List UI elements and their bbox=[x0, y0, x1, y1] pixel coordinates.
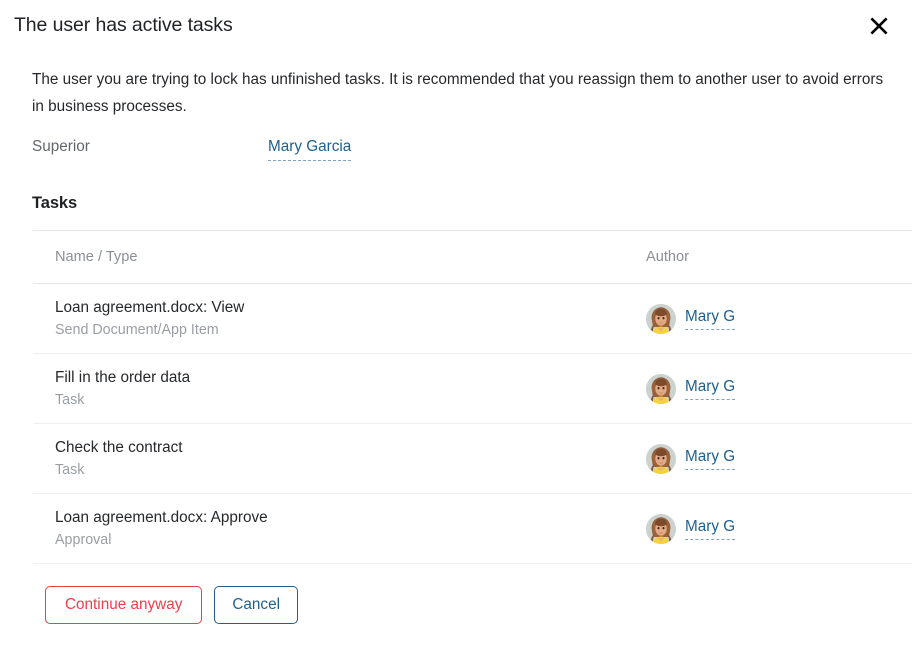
author-link[interactable]: Mary G bbox=[685, 307, 736, 330]
superior-row: Superior Mary Garcia bbox=[32, 136, 898, 161]
task-cell: Loan agreement.docx: View Send Document/… bbox=[33, 283, 623, 354]
page-title: The user has active tasks bbox=[14, 14, 233, 36]
author-link[interactable]: Mary G bbox=[685, 517, 736, 540]
table-row[interactable]: Loan agreement.docx: Approve Approval Ma… bbox=[33, 493, 912, 564]
close-icon bbox=[868, 15, 890, 37]
author-cell: Mary G bbox=[623, 493, 912, 564]
task-type: Task bbox=[55, 392, 85, 408]
author-cell: Mary G bbox=[623, 283, 912, 354]
dialog-body: The user you are trying to lock has unfi… bbox=[0, 66, 912, 624]
superior-user-link[interactable]: Mary Garcia bbox=[268, 136, 352, 161]
task-type: Approval bbox=[55, 532, 112, 548]
task-name: Check the contract bbox=[55, 439, 183, 456]
avatar bbox=[646, 443, 676, 474]
task-type: Send Document/App Item bbox=[55, 322, 219, 338]
avatar bbox=[646, 303, 676, 334]
task-type: Task bbox=[55, 462, 85, 478]
task-name: Loan agreement.docx: View bbox=[55, 299, 245, 316]
table-row[interactable]: Loan agreement.docx: View Send Document/… bbox=[33, 283, 912, 354]
tasks-table-head: Name / Type Author bbox=[33, 230, 912, 284]
tasks-section-title: Tasks bbox=[32, 194, 78, 212]
author-link[interactable]: Mary G bbox=[685, 377, 736, 400]
task-name: Loan agreement.docx: Approve bbox=[55, 509, 268, 526]
author-link[interactable]: Mary G bbox=[685, 447, 736, 470]
superior-label: Superior bbox=[32, 138, 90, 155]
continue-anyway-button[interactable]: Continue anyway bbox=[45, 586, 203, 624]
column-header-name-type: Name / Type bbox=[33, 230, 623, 284]
column-header-author: Author bbox=[623, 230, 912, 284]
task-name: Fill in the order data bbox=[55, 369, 191, 386]
table-header-row: Name / Type Author bbox=[33, 230, 912, 284]
close-button[interactable] bbox=[864, 11, 894, 41]
author-cell: Mary G bbox=[623, 353, 912, 424]
cancel-button[interactable]: Cancel bbox=[214, 586, 298, 624]
task-cell: Fill in the order data Task bbox=[33, 353, 623, 424]
tasks-table: Name / Type Author Loan agreement.docx: … bbox=[33, 230, 912, 564]
task-cell: Loan agreement.docx: Approve Approval bbox=[33, 493, 623, 564]
avatar bbox=[646, 373, 676, 404]
avatar bbox=[646, 513, 676, 544]
table-row[interactable]: Check the contract Task Mary G bbox=[33, 423, 912, 494]
active-tasks-dialog: The user has active tasks The user you a… bbox=[0, 0, 912, 649]
table-row[interactable]: Fill in the order data Task Mary G bbox=[33, 353, 912, 424]
tasks-table-body: Loan agreement.docx: View Send Document/… bbox=[33, 283, 912, 564]
task-cell: Check the contract Task bbox=[33, 423, 623, 494]
dialog-description: The user you are trying to lock has unfi… bbox=[32, 71, 884, 115]
author-cell: Mary G bbox=[623, 423, 912, 494]
dialog-header: The user has active tasks bbox=[0, 0, 912, 52]
dialog-footer: Continue anyway Cancel bbox=[45, 586, 898, 624]
